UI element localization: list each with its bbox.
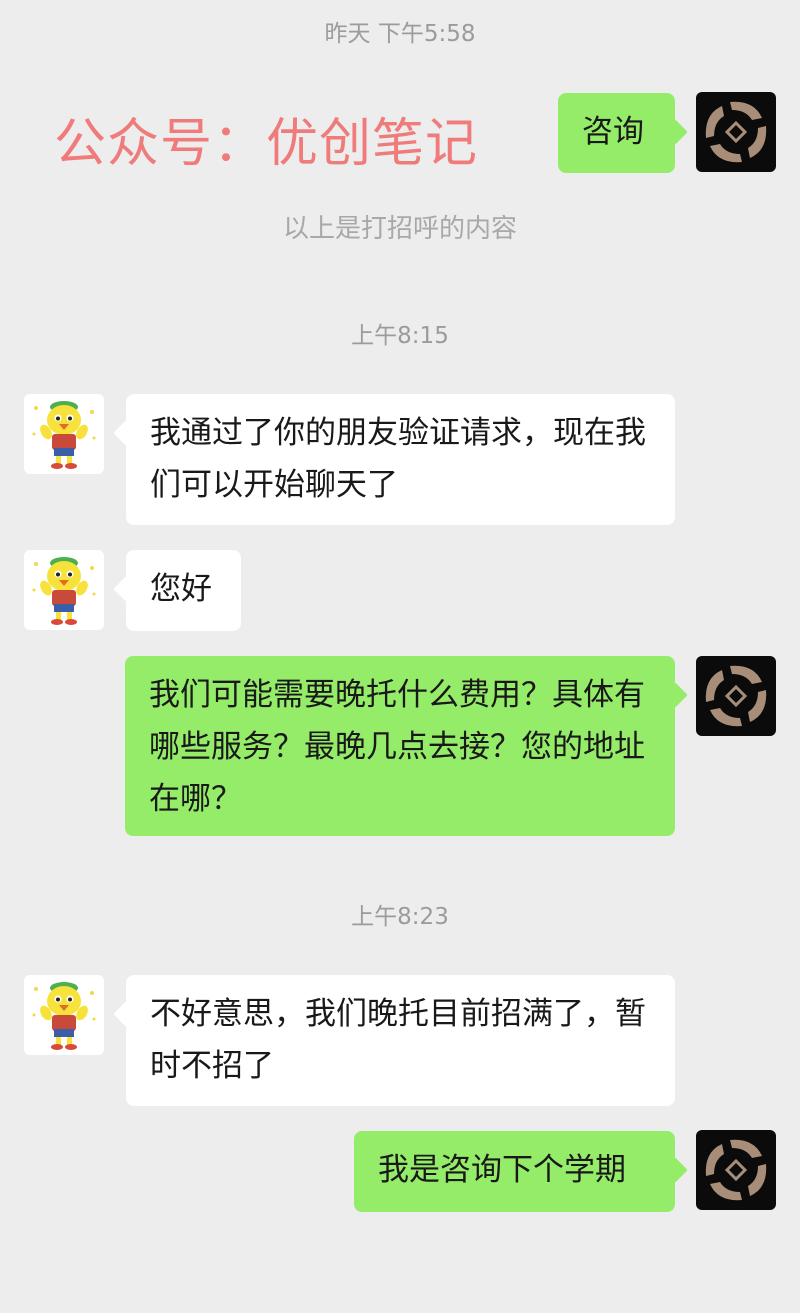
cartoon-chick-mascot-icon xyxy=(24,394,104,474)
message-bubble-contact[interactable]: 您好 xyxy=(126,550,241,631)
ninja-logo-icon xyxy=(696,656,776,736)
message-bubble-self[interactable]: 我们可能需要晚托什么费用？具体有哪些服务？最晚几点去接？您的地址在哪？ xyxy=(125,656,675,836)
message-text: 您好 xyxy=(150,571,212,607)
message-bubble-contact[interactable]: 不好意思，我们晚托目前招满了，暂时不招了 xyxy=(126,975,675,1106)
contact-avatar[interactable] xyxy=(24,550,104,630)
message-text: 咨询 xyxy=(582,114,644,150)
contact-avatar[interactable] xyxy=(24,394,104,474)
system-note: 以上是打招呼的内容 xyxy=(282,214,517,244)
message-bubble-self[interactable]: 咨询 xyxy=(558,93,675,173)
ninja-logo-icon xyxy=(696,1130,776,1210)
message-bubble-contact[interactable]: 我通过了你的朋友验证请求，现在我们可以开始聊天了 xyxy=(126,394,675,525)
message-bubble-self[interactable]: 我是咨询下个学期 xyxy=(354,1131,675,1212)
self-avatar[interactable] xyxy=(696,656,776,736)
self-avatar[interactable] xyxy=(696,1130,776,1210)
timestamp: 上午8:15 xyxy=(351,323,449,349)
timestamp: 昨天 下午5:58 xyxy=(324,21,476,47)
contact-avatar[interactable] xyxy=(24,975,104,1055)
self-avatar[interactable] xyxy=(696,92,776,172)
message-text: 不好意思，我们晚托目前招满了，暂时不招了 xyxy=(150,996,646,1084)
cartoon-chick-mascot-icon xyxy=(24,975,104,1055)
message-text: 我们可能需要晚托什么费用？具体有哪些服务？最晚几点去接？您的地址在哪？ xyxy=(149,677,645,817)
cartoon-chick-mascot-icon xyxy=(24,550,104,630)
watermark-text: 公众号：优创笔记 xyxy=(54,114,479,174)
message-text: 我通过了你的朋友验证请求，现在我们可以开始聊天了 xyxy=(150,415,646,503)
ninja-logo-icon xyxy=(696,92,776,172)
message-text: 我是咨询下个学期 xyxy=(378,1152,626,1188)
timestamp: 上午8:23 xyxy=(351,904,449,930)
